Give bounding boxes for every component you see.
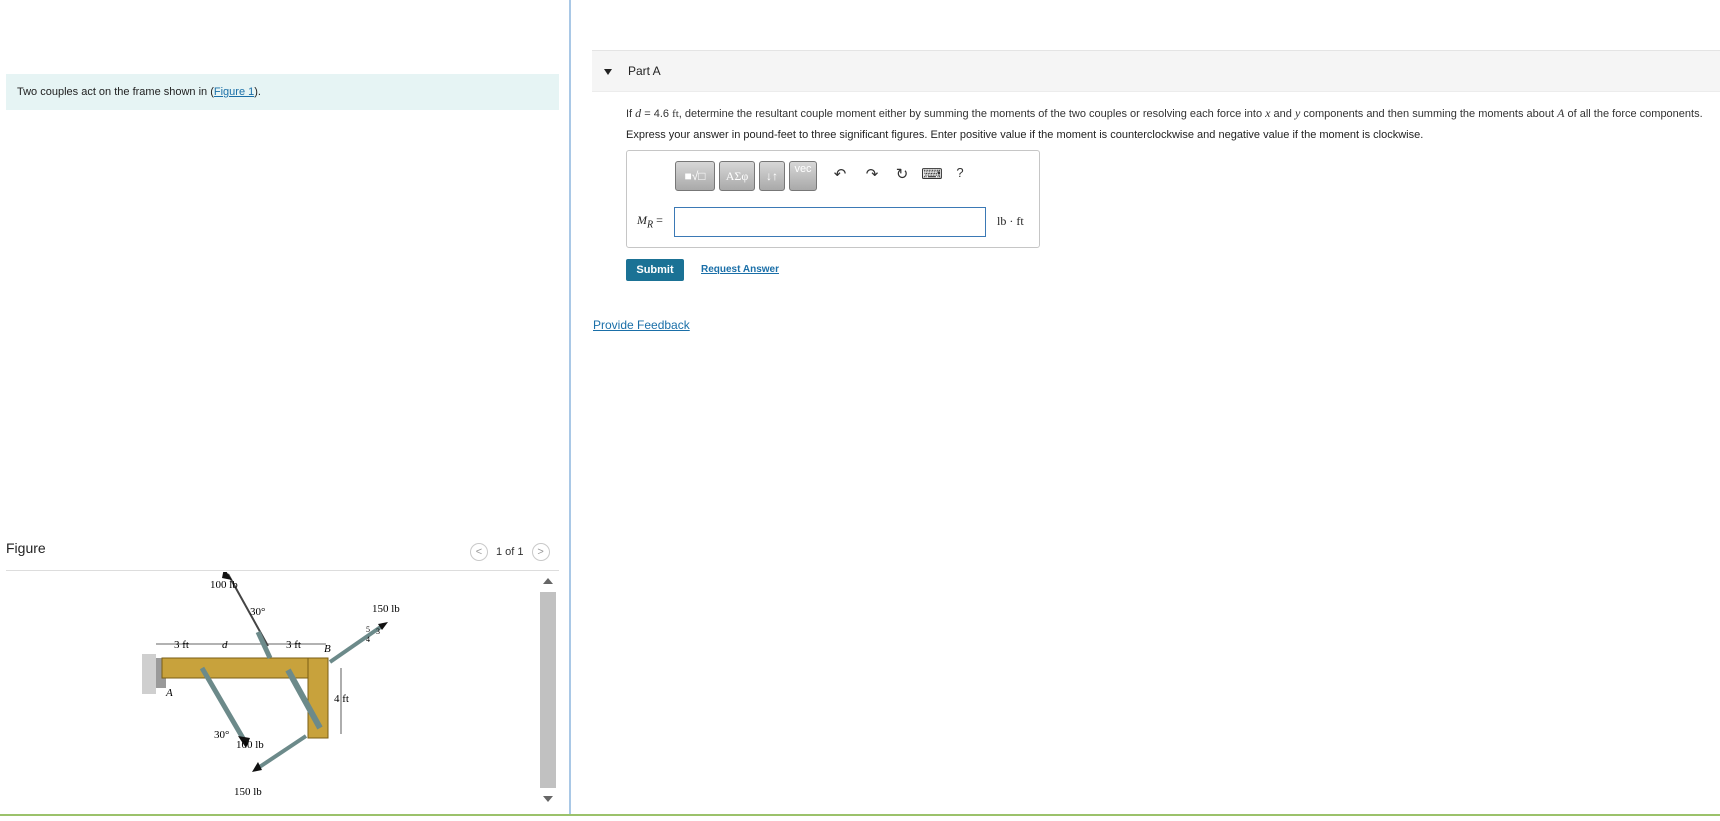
frame-diagram: 100 lb 30° 150 lb 5 3 4 3 ft d 3 ft B A … bbox=[142, 568, 400, 798]
figure-heading: Figure bbox=[6, 540, 46, 556]
label-force-right-top: 150 lb bbox=[372, 603, 400, 615]
part-a-header[interactable]: Part A bbox=[592, 50, 1720, 92]
label-3ft-right: 3 ft bbox=[286, 639, 301, 651]
q-unit-ft: ft bbox=[672, 108, 679, 120]
answer-label-m: M bbox=[637, 213, 647, 227]
submit-button[interactable]: Submit bbox=[626, 259, 684, 281]
templates-button[interactable]: ■√□ bbox=[675, 161, 715, 191]
figure-page-count: 1 of 1 bbox=[496, 546, 524, 558]
figure-image: 100 lb 30° 150 lb 5 3 4 3 ft d 3 ft B A … bbox=[6, 568, 536, 816]
horizontal-beam bbox=[161, 657, 329, 679]
intro-suffix: ). bbox=[254, 86, 261, 98]
q-mid: , determine the resultant couple moment … bbox=[678, 108, 1266, 120]
scroll-thumb[interactable] bbox=[540, 592, 556, 788]
undo-icon[interactable]: ↶ bbox=[829, 165, 851, 183]
figure-pager: < 1 of 1 > bbox=[470, 542, 550, 562]
left-pane: Two couples act on the frame shown in (F… bbox=[0, 0, 568, 816]
label-angle-bottom: 30° bbox=[214, 729, 229, 741]
arrows-button[interactable]: ↓↑ bbox=[759, 161, 785, 191]
scroll-down-icon[interactable] bbox=[543, 796, 553, 802]
collapse-caret-icon[interactable] bbox=[604, 69, 612, 75]
intro-text: Two couples act on the frame shown in (F… bbox=[6, 74, 559, 110]
intro-prefix: Two couples act on the frame shown in ( bbox=[17, 86, 214, 98]
upper-right-rod bbox=[328, 624, 384, 664]
wall-support bbox=[142, 654, 156, 694]
next-figure-button[interactable]: > bbox=[531, 543, 550, 561]
label-3ft-left: 3 ft bbox=[174, 639, 189, 651]
label-angle-top: 30° bbox=[250, 606, 265, 618]
label-4ft: 4 ft bbox=[334, 693, 349, 705]
answer-instruction: Express your answer in pound-feet to thr… bbox=[626, 129, 1424, 141]
vector-button[interactable]: vec bbox=[789, 161, 817, 191]
figure-divider bbox=[6, 570, 559, 571]
q-rest: components and then summing the moments … bbox=[1300, 108, 1558, 120]
answer-label-eq: = bbox=[653, 213, 663, 227]
figure-link[interactable]: Figure 1 bbox=[214, 86, 254, 98]
provide-feedback-link[interactable]: Provide Feedback bbox=[593, 318, 690, 332]
lower-arrowhead bbox=[252, 762, 262, 772]
q-eq: = 4.6 bbox=[641, 108, 673, 120]
answer-panel: ■√□ ΑΣφ ↓↑ vec ↶ ↷ ↻ ⌨ ? MR = lb · ft bbox=[626, 150, 1040, 248]
redo-icon[interactable]: ↷ bbox=[861, 165, 883, 183]
request-answer-link[interactable]: Request Answer bbox=[701, 264, 779, 275]
reset-icon[interactable]: ↻ bbox=[891, 165, 913, 183]
label-tri-3: 3 bbox=[376, 627, 380, 636]
scroll-up-icon[interactable] bbox=[543, 578, 553, 584]
label-tri-5: 5 bbox=[366, 625, 370, 634]
label-force-top: 100 lb bbox=[210, 579, 238, 591]
q-if: If bbox=[626, 108, 636, 120]
keyboard-icon[interactable]: ⌨ bbox=[921, 165, 943, 183]
label-b: B bbox=[324, 643, 331, 655]
label-d: d bbox=[222, 639, 228, 651]
help-icon[interactable]: ? bbox=[949, 165, 971, 180]
label-force-bottom-left: 150 lb bbox=[234, 786, 262, 798]
label-tri-4: 4 bbox=[366, 635, 370, 644]
question-text: If d = 4.6 ft, determine the resultant c… bbox=[626, 106, 1703, 121]
answer-units: lb · ft bbox=[997, 214, 1024, 228]
answer-label: MR = bbox=[637, 213, 663, 230]
label-force-bottom: 100 lb bbox=[236, 739, 264, 751]
lower-rod bbox=[256, 734, 308, 770]
label-a: A bbox=[165, 687, 173, 699]
q-end: of all the force components. bbox=[1564, 108, 1703, 120]
part-title: Part A bbox=[628, 64, 661, 78]
greek-symbols-button[interactable]: ΑΣφ bbox=[719, 161, 755, 191]
q-and: and bbox=[1270, 108, 1295, 120]
prev-figure-button[interactable]: < bbox=[470, 543, 488, 561]
pane-divider[interactable] bbox=[569, 0, 571, 816]
figure-scrollbar[interactable] bbox=[538, 572, 558, 816]
answer-input[interactable] bbox=[674, 207, 986, 237]
